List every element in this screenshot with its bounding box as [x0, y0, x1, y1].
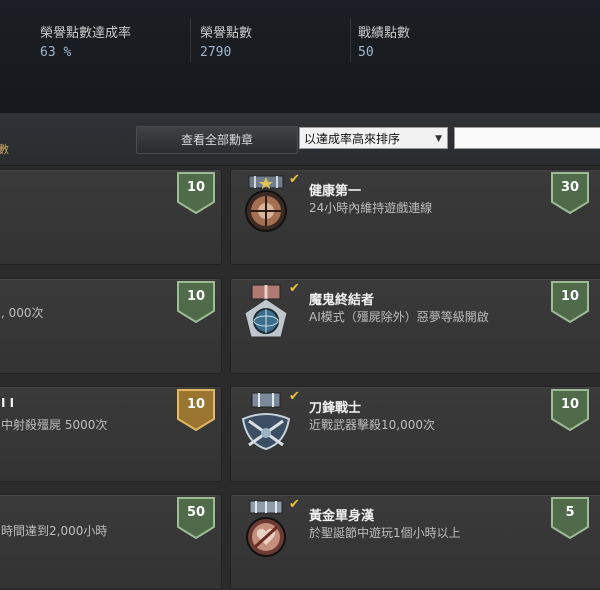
- medal-title: 健康第一: [309, 184, 362, 199]
- medal-card-golden-bachelor[interactable]: ✔ 黃金單身漢 於聖誕節中遊玩1個小時以上 5: [230, 494, 600, 590]
- points-shield: 10: [177, 281, 215, 324]
- points-shield: 5: [551, 497, 589, 540]
- medal-title: 黃金單身漢: [309, 509, 375, 524]
- points-value: 5: [565, 505, 575, 520]
- medal-description: 24小時內維持遊戲連線: [309, 201, 433, 215]
- medal-globe-icon: [235, 283, 297, 345]
- points-shield: 50: [177, 497, 215, 540]
- partial-column-label: 數: [0, 143, 9, 156]
- stats-bar: 榮譽點數達成率 63 % 榮譽點數 2790 戰績點數 50: [0, 0, 600, 114]
- sort-dropdown[interactable]: 以達成率高來排序 ▼: [299, 127, 448, 149]
- points-value: 10: [186, 289, 206, 304]
- medal-card-blade[interactable]: ✔ 刀鋒戰士 近戰武器擊殺10,000次 10: [230, 386, 600, 482]
- medal-card-health-first[interactable]: ✔ 健康第一 24小時內維持遊戲連線 30: [230, 169, 600, 265]
- completed-check-icon: ✔: [289, 172, 300, 187]
- points-value: 30: [560, 180, 580, 195]
- completion-value: 63 %: [40, 45, 72, 60]
- points-shield: 30: [551, 172, 589, 215]
- points-shield: 10: [177, 172, 215, 215]
- completed-check-icon: ✔: [289, 389, 300, 404]
- battle-stat: 戰績點數 50: [358, 22, 410, 60]
- medal-star-icon: [235, 174, 297, 236]
- divider: [190, 18, 191, 62]
- honor-value: 2790: [200, 45, 232, 60]
- points-value: 10: [560, 289, 580, 304]
- medal-title: 刀鋒戰士: [309, 401, 362, 416]
- medal-title: 魔鬼終結者: [309, 293, 375, 308]
- medal-card-left-3[interactable]: I I 中射殺殭屍 5000次 10: [0, 386, 222, 482]
- divider: [350, 18, 351, 62]
- points-value: 10: [560, 397, 580, 412]
- medal-card-left-4[interactable]: 時間達到2,000小時 50: [0, 494, 222, 590]
- chevron-down-icon: ▼: [435, 134, 442, 144]
- medal-description: 近戰武器擊殺10,000次: [309, 418, 435, 432]
- medal-card-left-1[interactable]: 10: [0, 169, 222, 265]
- completion-label: 榮譽點數達成率: [40, 26, 132, 41]
- completion-stat: 榮譽點數達成率 63 %: [40, 22, 131, 60]
- search-input[interactable]: [454, 127, 600, 149]
- medal-toolbar: 數 查看全部勳章 以達成率高來排序 ▼: [0, 113, 600, 166]
- medal-title: I I: [1, 396, 15, 410]
- medal-description: , 000次: [1, 306, 44, 320]
- medal-card-terminator[interactable]: ✔ 魔鬼終結者 AI模式（殭屍除外）惡夢等級開啟 10: [230, 278, 600, 374]
- honor-label: 榮譽點數: [200, 26, 253, 41]
- points-value: 50: [186, 505, 206, 520]
- battle-value: 50: [358, 45, 374, 60]
- medal-crossed-blades-icon: [235, 391, 297, 453]
- medal-description: 時間達到2,000小時: [1, 524, 108, 538]
- completed-check-icon: ✔: [289, 497, 300, 512]
- points-value: 10: [186, 397, 206, 412]
- points-shield: 10: [551, 281, 589, 324]
- sort-selected-value: 以達成率高來排序: [304, 132, 401, 146]
- view-all-medals-button[interactable]: 查看全部勳章: [136, 126, 298, 154]
- medal-description: 於聖誕節中遊玩1個小時以上: [309, 526, 461, 540]
- medal-description: 中射殺殭屍 5000次: [1, 418, 108, 432]
- medal-card-left-2[interactable]: , 000次 10: [0, 278, 222, 374]
- completed-check-icon: ✔: [289, 281, 300, 296]
- battle-label: 戰績點數: [358, 26, 411, 41]
- medal-description: AI模式（殭屍除外）惡夢等級開啟: [309, 310, 489, 324]
- points-value: 10: [186, 180, 206, 195]
- medal-no-heart-icon: [235, 499, 297, 561]
- honor-stat: 榮譽點數 2790: [200, 22, 252, 60]
- points-shield: 10: [177, 389, 215, 432]
- points-shield: 10: [551, 389, 589, 432]
